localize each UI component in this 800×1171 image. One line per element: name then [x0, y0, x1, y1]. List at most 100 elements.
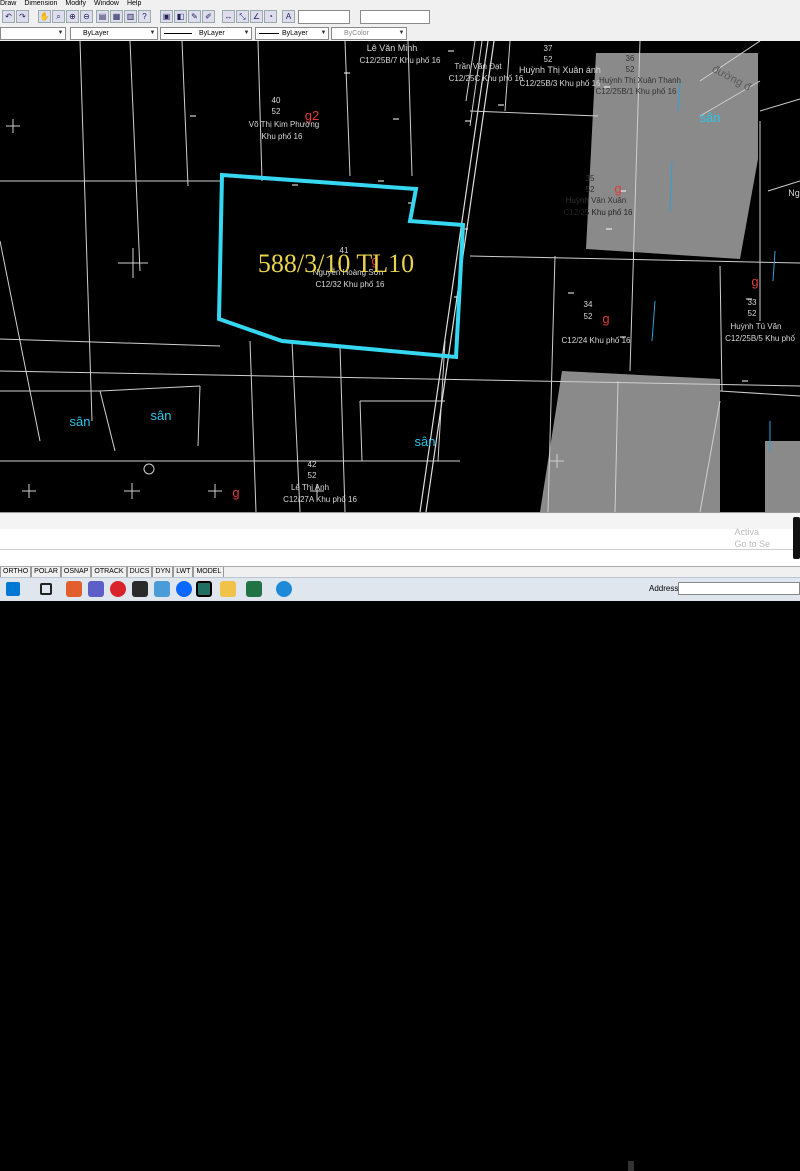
menu-draw[interactable]: Draw — [0, 0, 16, 8]
lot-sheet-35: 52 — [586, 185, 595, 194]
activation-subtitle: Go to Se — [734, 539, 770, 549]
lot-sheet-40: 52 — [272, 107, 281, 116]
chat-icon[interactable] — [154, 581, 170, 597]
menu-help[interactable]: Help — [127, 0, 141, 8]
lot-address-tran-van-dat: C12/25C Khu phố 16 — [449, 74, 524, 83]
land-use-code: g2 — [305, 108, 319, 123]
yard-label: sân — [700, 110, 721, 125]
linetype-value: ByLayer — [199, 30, 225, 37]
lot-sheet-42: 52 — [308, 471, 317, 480]
menu-dimension[interactable]: Dimension — [24, 0, 57, 8]
lot-number-33: 33 — [748, 298, 757, 307]
lot-sheet-34: 52 — [584, 312, 593, 321]
autocad-icon[interactable] — [196, 581, 212, 597]
address-label: Address — [649, 584, 679, 593]
zalo-icon[interactable] — [176, 581, 192, 597]
properties-icon[interactable]: ▤ — [96, 10, 109, 23]
redo-icon[interactable]: ↷ — [16, 10, 29, 23]
lot-address-huynh-van-xuan: C12/25 Khu phố 16 — [564, 208, 633, 217]
yard-label: sân — [70, 414, 91, 429]
menu-window[interactable]: Window — [94, 0, 119, 8]
lot-sheet-33: 52 — [748, 309, 757, 318]
layer-dropdown[interactable]: ▼ — [0, 27, 66, 40]
help-icon[interactable]: ? — [138, 10, 151, 23]
lot-owner-huynh-xuan-anh: Huỳnh Thị Xuân ánh — [519, 65, 601, 75]
text-style-dropdown[interactable] — [298, 10, 350, 24]
lot-number-35: 35 — [586, 174, 595, 183]
linetype-control[interactable]: ByLayer ▼ — [160, 27, 252, 40]
edge-icon[interactable] — [276, 581, 292, 597]
properties-toolbar: ▼ ByLayer ▼ ByLayer ▼ ByLayer ▼ ByColor … — [0, 26, 800, 42]
layer-state-icon[interactable]: ◧ — [174, 10, 187, 23]
dim-angular-icon[interactable]: ∠ — [250, 10, 263, 23]
plotstyle-value: ByColor — [344, 30, 369, 37]
zoom-previous-icon[interactable]: ⊖ — [80, 10, 93, 23]
lot-address-huynh-tu-van: C12/25B/5 Khu phố — [725, 334, 795, 343]
layer-control-value: ByLayer — [83, 30, 109, 37]
terminal-icon[interactable] — [132, 581, 148, 597]
lot-owner-huynh-xuan-thanh: Huỳnh Thị Xuân Thanh — [599, 76, 681, 85]
scrollbar-thumb[interactable] — [793, 517, 800, 559]
brush-icon[interactable]: ✐ — [202, 10, 215, 23]
land-use-code: g — [602, 311, 609, 326]
zoom-window-icon[interactable]: ⊕ — [66, 10, 79, 23]
tool-palettes-icon[interactable]: ▥ — [124, 10, 137, 23]
chevron-down-icon: ▼ — [149, 30, 156, 36]
plotstyle-control[interactable]: ByColor ▼ — [331, 27, 407, 40]
lot-address-34: C12/24 Khu phố 16 — [562, 336, 631, 345]
lot-address-nguyen-hoang-son: C12/32 Khu phố 16 — [316, 280, 385, 289]
lot-number-37: 37 — [544, 44, 553, 53]
pan-icon[interactable]: ✋ — [38, 10, 51, 23]
land-use-code: g — [232, 485, 239, 500]
lot-number-34: 34 — [584, 300, 593, 309]
land-use-code: g — [751, 274, 758, 289]
taskbar-handle — [628, 1161, 634, 1171]
tree-symbol — [143, 463, 155, 475]
dim-radius-icon[interactable]: ◔ — [264, 10, 277, 23]
gray-parcel-bottom-right — [765, 441, 800, 512]
lineweight-control[interactable]: ByLayer ▼ — [255, 27, 329, 40]
design-center-icon[interactable]: ▦ — [110, 10, 123, 23]
chevron-down-icon: ▼ — [398, 30, 405, 36]
highlighted-parcel-label: 588/3/10 TL10 — [258, 249, 414, 278]
opera-icon[interactable] — [110, 581, 126, 597]
yard-label: sân — [415, 434, 436, 449]
yard-label: sân — [151, 408, 172, 423]
lot-owner-huynh-tu-van: Huỳnh Tú Văn — [731, 322, 782, 331]
zoom-realtime-icon[interactable]: ⌕ — [52, 10, 65, 23]
text-style-icon[interactable]: A — [282, 10, 295, 23]
lot-sheet-36: 52 — [626, 65, 635, 74]
command-window — [0, 512, 800, 567]
dim-aligned-icon[interactable]: ⤡ — [236, 10, 249, 23]
start-icon[interactable] — [6, 582, 20, 596]
excel-icon[interactable] — [246, 581, 262, 597]
dim-linear-icon[interactable]: ↔ — [222, 10, 235, 23]
edge-label-ng: Ng — [788, 188, 800, 198]
menu-bar: Draw Dimension Modify Window Help — [0, 0, 800, 8]
survey-marks — [6, 119, 564, 499]
undo-icon[interactable]: ↶ — [2, 10, 15, 23]
lot-owner-tran-van-dat: Trần Văn Đạt — [454, 62, 502, 71]
layer-manager-icon[interactable]: ▣ — [160, 10, 173, 23]
layer-control[interactable]: ByLayer ▼ — [70, 27, 158, 40]
match-properties-icon[interactable]: ✎ — [188, 10, 201, 23]
dim-style-dropdown[interactable] — [360, 10, 430, 24]
teams-icon[interactable] — [88, 581, 104, 597]
drawing-canvas[interactable]: Lê Văn Minh C12/25B/7 Khu phố 16 37 52 T… — [0, 41, 800, 512]
lot-address-le-van-minh: C12/25B/7 Khu phố 16 — [360, 56, 442, 65]
command-history — [0, 513, 800, 530]
lot-number-42: 42 — [308, 460, 317, 469]
task-view-icon[interactable] — [40, 583, 52, 595]
chevron-down-icon: ▼ — [320, 30, 327, 36]
activation-watermark: Activa Go to Se — [734, 526, 770, 550]
colorful-app-icon[interactable] — [66, 581, 82, 597]
lot-sheet-37: 52 — [544, 55, 553, 64]
command-input[interactable] — [0, 529, 800, 550]
lot-number-40: 40 — [272, 96, 281, 105]
menu-modify[interactable]: Modify — [65, 0, 86, 8]
file-explorer-icon[interactable] — [220, 581, 236, 597]
lot-address-huynh-xuan-anh: C12/25B/3 Khu phố 16 — [520, 79, 602, 88]
address-input[interactable] — [678, 582, 800, 595]
lot-owner-le-thi-anh: Lê Thị Anh — [291, 483, 329, 492]
lot-address-le-thi-anh: C12/27A Khu phố 16 — [283, 495, 357, 504]
